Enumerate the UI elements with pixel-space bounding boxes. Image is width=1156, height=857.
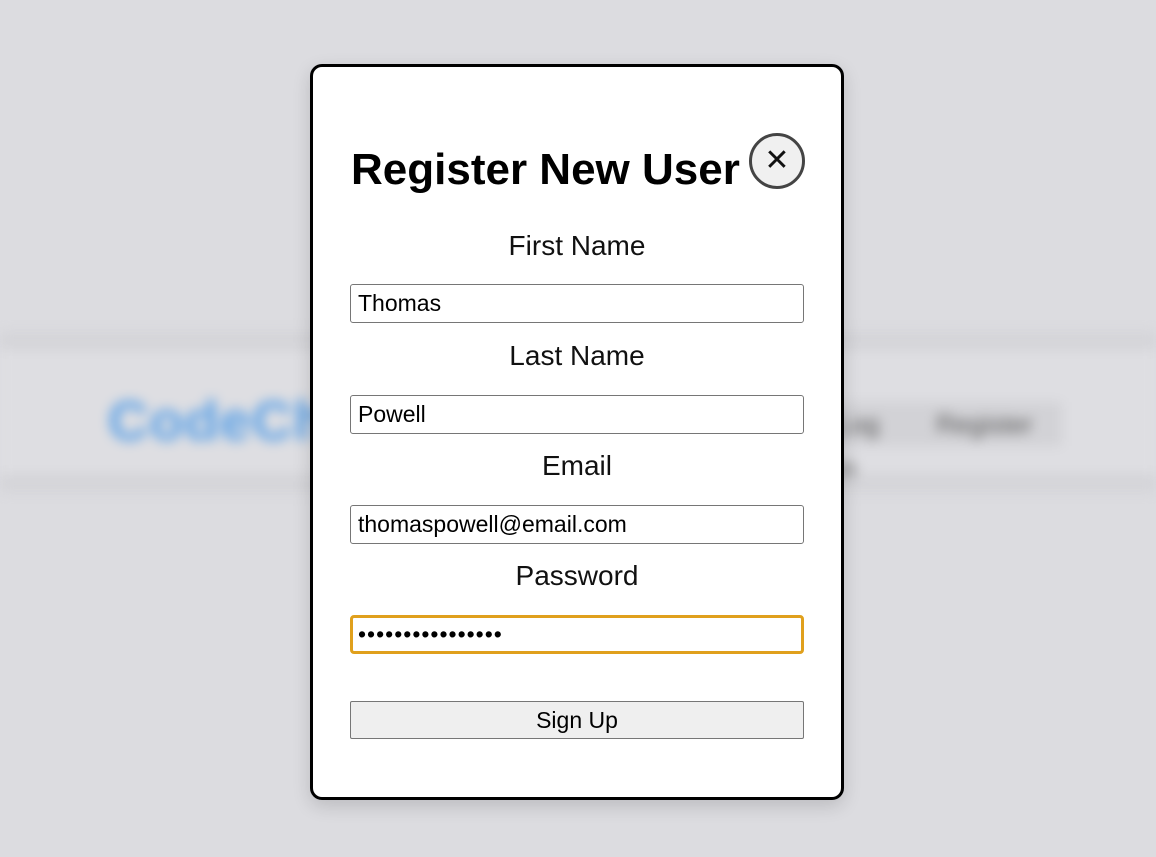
first-name-input[interactable] <box>350 284 804 323</box>
email-input[interactable] <box>350 505 804 544</box>
background-logo: CodeCh <box>108 389 329 452</box>
close-icon: ✕ <box>764 143 790 178</box>
sign-up-button[interactable]: Sign Up <box>350 701 804 739</box>
register-modal: Register New User ✕ First Name Last Name… <box>310 64 844 800</box>
first-name-label: First Name <box>508 230 646 261</box>
password-label: Password <box>515 560 639 591</box>
modal-title: Register New User <box>351 145 740 194</box>
last-name-input[interactable] <box>350 395 804 434</box>
last-name-label: Last Name <box>509 340 645 371</box>
email-label: Email <box>541 450 612 481</box>
background-register-link: Register <box>920 402 1062 446</box>
close-button[interactable]: ✕ <box>749 133 805 189</box>
password-input[interactable] <box>350 615 804 654</box>
